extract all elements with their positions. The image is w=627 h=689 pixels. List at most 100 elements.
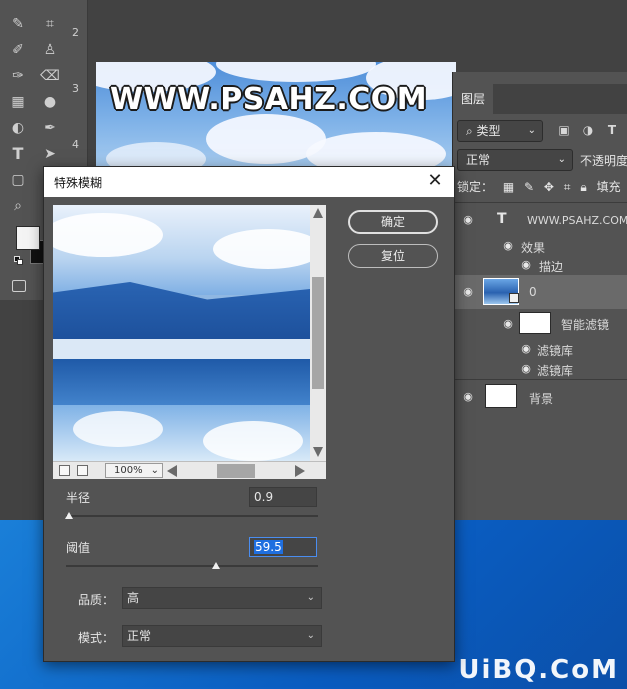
chevron-down-icon: ⌄: [557, 154, 566, 165]
zoom-value: 100%: [114, 465, 143, 476]
quality-label: 品质：: [78, 593, 115, 607]
tab-layers[interactable]: 图层: [453, 84, 493, 114]
horizontal-scroll-thumb[interactable]: [217, 464, 255, 478]
eye-icon[interactable]: ◉: [519, 362, 533, 376]
ruler-number: 4: [72, 138, 79, 151]
eye-icon[interactable]: ◉: [461, 285, 475, 299]
type-tool-icon[interactable]: T: [8, 144, 28, 164]
filter-gallery-row[interactable]: ◉ 滤镜库: [453, 359, 627, 379]
search-icon: ⌕: [466, 124, 477, 138]
chevron-down-icon: ⌄: [527, 125, 536, 136]
ruler-number: 2: [72, 26, 79, 39]
layer-row-text[interactable]: ◉ T WWW.PSAHZ.COM: [453, 203, 627, 237]
text-icon[interactable]: T: [605, 123, 619, 137]
shape-icon[interactable]: ▢: [8, 170, 28, 190]
ruler-number: 3: [72, 82, 79, 95]
gradient-icon[interactable]: ▦: [8, 92, 28, 112]
threshold-label: 阈值: [66, 541, 91, 555]
radius-slider[interactable]: [66, 515, 318, 517]
eye-icon[interactable]: ◉: [519, 342, 533, 356]
history-brush-icon[interactable]: ✑: [8, 66, 28, 86]
mode-select[interactable]: 正常 ⌄: [122, 625, 322, 647]
layer-name: 背景: [529, 392, 554, 406]
layer-filter-select[interactable]: ⌕ 类型 ⌄: [457, 120, 543, 142]
adjustment-icon[interactable]: ◑: [581, 123, 595, 137]
mode-label: 模式：: [78, 631, 115, 645]
smart-object-badge-icon: [509, 293, 519, 303]
layer-thumbnail: [485, 384, 517, 408]
zoom-icon[interactable]: ⌕: [8, 196, 28, 216]
dialog-titlebar[interactable]: 特殊模糊 ✕: [44, 167, 454, 197]
layers-panel: 图层 ⌕ 类型 ⌄ ▣ ◑ T 正常 ⌄ 不透明度 锁定： ▦ ✎ ✥ ⌗ 🔒︎…: [452, 72, 627, 592]
cloud: [216, 62, 376, 82]
opacity-label: 不透明度: [580, 154, 627, 168]
vertical-ruler: 2 3 4: [66, 0, 88, 170]
smart-filter-row[interactable]: ◉ 智能滤镜: [453, 309, 627, 339]
filter-gallery-row[interactable]: ◉ 滤镜库: [453, 339, 627, 359]
chevron-down-icon: ⌄: [150, 465, 159, 476]
threshold-input[interactable]: 59.5: [249, 537, 317, 557]
lock-transparent-icon[interactable]: ▦: [503, 180, 514, 194]
pen-icon[interactable]: ✒: [40, 118, 60, 138]
preview-vertical-scrollbar[interactable]: [310, 205, 326, 461]
zoom-in-icon[interactable]: [77, 465, 88, 476]
document-canvas[interactable]: WWW.PSAHZ.COM: [96, 62, 456, 170]
radius-input[interactable]: 0.9: [249, 487, 317, 507]
eye-icon[interactable]: ◉: [501, 317, 515, 331]
layer-row-smart-object[interactable]: ◉ 0: [453, 275, 627, 309]
reset-button[interactable]: 复位: [348, 244, 438, 268]
eye-icon[interactable]: ◉: [501, 239, 515, 253]
scroll-left-icon[interactable]: [167, 465, 177, 477]
lock-all-icon[interactable]: 🔒︎: [580, 180, 586, 194]
foreground-color-swatch[interactable]: [16, 226, 40, 250]
stamp-icon[interactable]: ♙: [40, 40, 60, 60]
vertical-scroll-thumb[interactable]: [312, 277, 324, 389]
path-select-icon[interactable]: ➤: [40, 144, 60, 164]
zoom-select[interactable]: 100% ⌄: [105, 463, 163, 478]
layer-list: ◉ T WWW.PSAHZ.COM ◉ 效果 ◉ 描边 ◉ 0 ◉ 智能滤镜 ◉…: [453, 202, 627, 532]
filter-preview[interactable]: [53, 205, 310, 461]
eye-icon[interactable]: ◉: [461, 390, 475, 404]
threshold-slider-thumb[interactable]: [211, 562, 220, 569]
threshold-slider[interactable]: [66, 565, 318, 567]
dodge-icon[interactable]: ◐: [8, 118, 28, 138]
stroke-effect-row[interactable]: ◉ 描边: [453, 255, 627, 275]
cloud: [306, 132, 446, 170]
layer-name: WWW.PSAHZ.COM: [527, 214, 627, 227]
smart-filter-mask-thumbnail: [519, 312, 551, 334]
radius-label: 半径: [66, 491, 91, 505]
chevron-down-icon: ⌄: [306, 592, 315, 603]
scroll-right-icon[interactable]: [295, 465, 305, 477]
effects-label: 效果: [521, 241, 546, 255]
smart-filter-label: 智能滤镜: [561, 318, 610, 332]
brush-icon[interactable]: ✐: [8, 40, 28, 60]
quick-mask-icon[interactable]: [12, 280, 26, 292]
eye-icon[interactable]: ◉: [461, 213, 475, 227]
lock-artboard-icon[interactable]: ⌗: [564, 180, 571, 194]
effects-row[interactable]: ◉ 效果: [453, 237, 627, 255]
special-blur-dialog: 特殊模糊 ✕ 100% ⌄ 确定 复位 半径 0.9 阈值 59.5 品质： 高…: [43, 166, 455, 662]
blur-icon[interactable]: ●: [40, 92, 60, 112]
image-icon[interactable]: ▣: [557, 123, 571, 137]
default-colors-icon[interactable]: [14, 256, 24, 266]
text-layer-icon: T: [497, 211, 507, 227]
watermark: UiBQ.CoM: [458, 655, 619, 685]
ok-button[interactable]: 确定: [348, 210, 438, 234]
lock-position-icon[interactable]: ✥: [544, 180, 554, 194]
blend-mode-select[interactable]: 正常 ⌄: [457, 149, 573, 171]
fill-label: 填充: [596, 180, 621, 194]
quality-select[interactable]: 高 ⌄: [122, 587, 322, 609]
eyedropper-icon[interactable]: ✎: [8, 14, 28, 34]
scroll-up-icon[interactable]: [313, 208, 323, 218]
crop-icon[interactable]: ⌗: [40, 14, 60, 34]
eraser-icon[interactable]: ⌫: [40, 66, 60, 86]
lock-pixels-icon[interactable]: ✎: [524, 180, 534, 194]
layer-row-background[interactable]: ◉ 背景: [453, 379, 627, 413]
radius-slider-thumb[interactable]: [64, 512, 73, 519]
eye-icon[interactable]: ◉: [519, 258, 533, 272]
filter-label: 滤镜库: [537, 364, 574, 378]
scroll-down-icon[interactable]: [313, 447, 323, 457]
mode-value: 正常: [127, 629, 152, 643]
close-icon[interactable]: ✕: [424, 170, 446, 192]
zoom-out-icon[interactable]: [59, 465, 70, 476]
